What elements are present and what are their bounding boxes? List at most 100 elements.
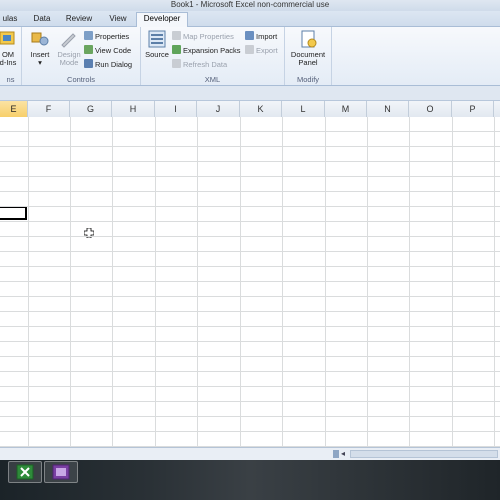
grid-row-line xyxy=(0,221,500,222)
grid-row-line xyxy=(0,236,500,237)
view-code-button[interactable]: View Code xyxy=(84,45,131,57)
refresh-data-icon xyxy=(172,59,181,68)
column-header-g[interactable]: G xyxy=(70,101,112,117)
grid-row-line xyxy=(0,191,500,192)
xml-group-label: XML xyxy=(204,75,221,84)
grid-column-line xyxy=(282,117,283,447)
grid-row-line xyxy=(0,401,500,402)
grid-row-line xyxy=(0,371,500,372)
column-header-h[interactable]: H xyxy=(112,101,155,117)
grid-column-line xyxy=(452,117,453,447)
grid-column-line xyxy=(112,117,113,447)
grid-row-line xyxy=(0,386,500,387)
design-mode-button[interactable]: Design Mode xyxy=(54,29,84,67)
view-code-label: View Code xyxy=(95,46,132,55)
xml-source-icon xyxy=(147,29,167,49)
com-addins-icon xyxy=(0,29,18,49)
xml-source-label: Source xyxy=(145,50,169,59)
map-properties-icon xyxy=(172,31,181,40)
document-panel-button[interactable]: Document Panel xyxy=(287,29,329,67)
com-addins-button[interactable]: OM d-Ins xyxy=(0,29,20,67)
column-header-j[interactable]: J xyxy=(197,101,240,117)
taskbar-app-button[interactable] xyxy=(44,461,78,483)
column-header-k[interactable]: K xyxy=(240,101,282,117)
column-header-n[interactable]: N xyxy=(367,101,409,117)
grid-row-line xyxy=(0,281,500,282)
grid-row-line xyxy=(0,131,500,132)
import-button[interactable]: Import xyxy=(245,31,277,43)
column-header-m[interactable]: M xyxy=(325,101,367,117)
column-header-i[interactable]: I xyxy=(155,101,197,117)
column-header-f[interactable]: F xyxy=(28,101,70,117)
controls-group-label: Controls xyxy=(67,75,95,84)
grid-row-line xyxy=(0,356,500,357)
view-code-icon xyxy=(84,45,93,54)
xml-source-button[interactable]: Source xyxy=(143,29,171,59)
scroll-left-arrow-icon[interactable]: ◂ xyxy=(341,449,345,458)
import-icon xyxy=(245,31,254,40)
addins-group: OM d-Ins ns xyxy=(0,27,22,85)
scroll-thumb[interactable] xyxy=(350,450,498,458)
design-mode-icon xyxy=(59,29,79,49)
grid-row-line xyxy=(0,251,500,252)
map-properties-button[interactable]: Map Properties xyxy=(172,31,234,43)
column-header-l[interactable]: L xyxy=(282,101,325,117)
expansion-packs-label: Expansion Packs xyxy=(183,46,241,55)
map-properties-label: Map Properties xyxy=(183,32,234,41)
grid-column-line xyxy=(70,117,71,447)
controls-group: Insert ▾ Design Mode Properties View Cod… xyxy=(22,27,141,85)
grid-row-line xyxy=(0,146,500,147)
grid-row-line xyxy=(0,296,500,297)
window-title-bar: Book1 - Microsoft Excel non-commercial u… xyxy=(0,0,500,11)
insert-dropdown-arrow: ▾ xyxy=(38,58,42,67)
window-title: Book1 - Microsoft Excel non-commercial u… xyxy=(170,0,330,9)
grid-column-line xyxy=(409,117,410,447)
grid-column-line xyxy=(28,117,29,447)
grid-column-line xyxy=(240,117,241,447)
properties-button[interactable]: Properties xyxy=(84,31,129,43)
tab-developer[interactable]: Developer xyxy=(136,12,188,27)
grid-row-line xyxy=(0,206,500,207)
tab-data[interactable]: Data xyxy=(28,13,56,25)
tab-view[interactable]: View xyxy=(104,13,132,25)
import-label: Import xyxy=(256,32,278,41)
grid-row-line xyxy=(0,431,500,432)
insert-control-icon xyxy=(30,29,50,49)
tab-formulas[interactable]: ulas xyxy=(0,13,20,25)
grid-row-line xyxy=(0,161,500,162)
document-panel-icon xyxy=(298,29,318,49)
expansion-packs-icon xyxy=(172,45,181,54)
worksheet-grid[interactable] xyxy=(0,117,500,447)
run-dialog-button[interactable]: Run Dialog xyxy=(84,59,132,71)
taskbar-excel-button[interactable] xyxy=(8,461,42,483)
taskbar xyxy=(0,460,500,500)
addins-group-label: ns xyxy=(6,75,15,84)
grid-row-line xyxy=(0,266,500,267)
column-headers: E F G H I J K L M N O P xyxy=(0,101,500,118)
column-header-e[interactable]: E xyxy=(0,101,28,117)
sheet-split-handle[interactable] xyxy=(333,450,339,458)
column-header-p[interactable]: P xyxy=(452,101,494,117)
active-cell[interactable] xyxy=(0,206,27,220)
grid-row-line xyxy=(0,176,500,177)
refresh-data-button[interactable]: Refresh Data xyxy=(172,59,227,71)
grid-column-line xyxy=(494,117,495,447)
grid-column-line xyxy=(325,117,326,447)
ribbon: OM d-Ins ns Insert ▾ Design Mode Propert… xyxy=(0,27,500,86)
column-header-o[interactable]: O xyxy=(409,101,452,117)
document-panel-label-2: Panel xyxy=(298,58,318,67)
grid-column-line xyxy=(197,117,198,447)
run-dialog-label: Run Dialog xyxy=(95,60,133,69)
app-icon xyxy=(52,464,70,480)
modify-group: Document Panel Modify xyxy=(285,27,332,85)
formula-bar-area xyxy=(0,86,500,101)
horizontal-scrollbar[interactable]: ◂ xyxy=(0,447,500,461)
expansion-packs-button[interactable]: Expansion Packs xyxy=(172,45,241,57)
export-icon xyxy=(245,45,254,54)
refresh-data-label: Refresh Data xyxy=(183,60,228,69)
export-button[interactable]: Export xyxy=(245,45,278,57)
tab-review[interactable]: Review xyxy=(60,13,98,25)
properties-label: Properties xyxy=(95,32,130,41)
run-dialog-icon xyxy=(84,59,93,68)
insert-control-button[interactable]: Insert ▾ xyxy=(25,29,55,67)
